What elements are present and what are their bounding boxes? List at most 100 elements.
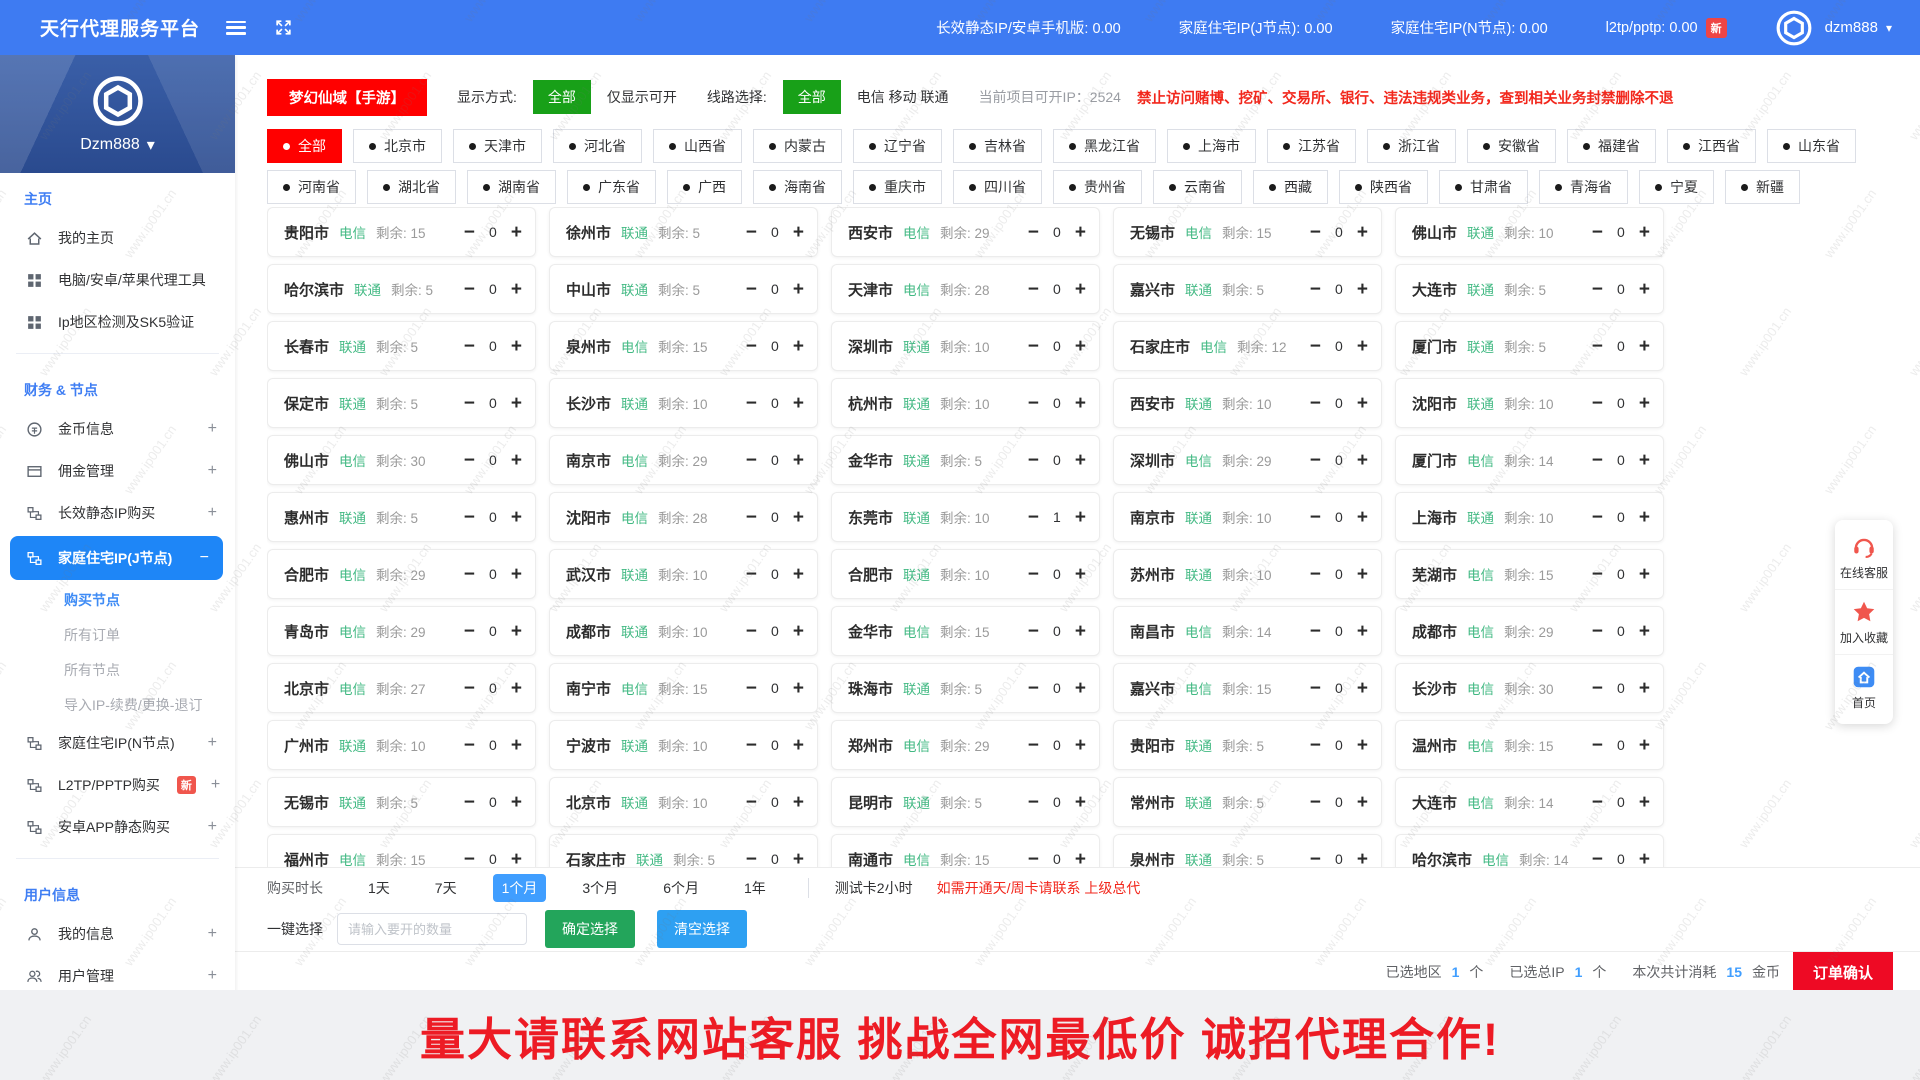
decrease-button[interactable]: − [1028, 679, 1039, 698]
province-button[interactable]: 内蒙古 [753, 129, 842, 163]
duration-option[interactable]: 6个月 [654, 874, 708, 902]
username[interactable]: dzm888 [1825, 19, 1878, 36]
province-button[interactable]: 贵州省 [1053, 170, 1142, 204]
province-button[interactable]: 青海省 [1539, 170, 1628, 204]
increase-button[interactable]: + [1357, 394, 1368, 413]
province-button[interactable]: 广西 [667, 170, 742, 204]
sidebar-subitem[interactable]: 购买节点 [0, 582, 235, 617]
decrease-button[interactable]: − [746, 451, 757, 470]
increase-button[interactable]: + [793, 793, 804, 812]
increase-button[interactable]: + [1075, 451, 1086, 470]
account-name[interactable]: Dzm888 ▾ [80, 135, 155, 155]
increase-button[interactable]: + [1639, 451, 1650, 470]
increase-button[interactable]: + [1357, 850, 1368, 868]
province-button[interactable]: 宁夏 [1639, 170, 1714, 204]
province-button[interactable]: 江西省 [1667, 129, 1756, 163]
sidebar-item[interactable]: L2TP/PPTP购买 新 + [0, 764, 235, 806]
expand-toggle-icon[interactable]: + [208, 734, 217, 752]
increase-button[interactable]: + [1075, 337, 1086, 356]
province-button[interactable]: 重庆市 [853, 170, 942, 204]
province-button[interactable]: 山东省 [1767, 129, 1856, 163]
increase-button[interactable]: + [793, 508, 804, 527]
province-button[interactable]: 安徽省 [1467, 129, 1556, 163]
province-button[interactable]: 福建省 [1567, 129, 1656, 163]
display-all-button[interactable]: 全部 [533, 80, 591, 114]
increase-button[interactable]: + [1639, 223, 1650, 242]
decrease-button[interactable]: − [1310, 622, 1321, 641]
decrease-button[interactable]: − [1592, 793, 1603, 812]
increase-button[interactable]: + [1357, 223, 1368, 242]
decrease-button[interactable]: − [464, 451, 475, 470]
province-button[interactable]: 四川省 [953, 170, 1042, 204]
province-button[interactable]: 江苏省 [1267, 129, 1356, 163]
increase-button[interactable]: + [511, 337, 522, 356]
increase-button[interactable]: + [1075, 394, 1086, 413]
decrease-button[interactable]: − [1592, 337, 1603, 356]
sidebar-item[interactable]: 安卓APP静态购买 + [0, 806, 235, 848]
province-button[interactable]: 河南省 [267, 170, 356, 204]
increase-button[interactable]: + [793, 280, 804, 299]
province-button[interactable]: 广东省 [567, 170, 656, 204]
increase-button[interactable]: + [511, 679, 522, 698]
decrease-button[interactable]: − [464, 679, 475, 698]
expand-toggle-icon[interactable]: + [208, 504, 217, 522]
increase-button[interactable]: + [1357, 565, 1368, 584]
decrease-button[interactable]: − [746, 508, 757, 527]
sidebar-item[interactable]: 长效静态IP购买 + [0, 492, 235, 534]
decrease-button[interactable]: − [1310, 736, 1321, 755]
decrease-button[interactable]: − [1028, 280, 1039, 299]
chevron-down-icon[interactable]: ▾ [1886, 21, 1892, 35]
increase-button[interactable]: + [793, 850, 804, 868]
favorite-button[interactable]: 加入收藏 [1835, 589, 1893, 654]
decrease-button[interactable]: − [1592, 451, 1603, 470]
increase-button[interactable]: + [1075, 736, 1086, 755]
sidebar-item[interactable]: 佣金管理 + [0, 450, 235, 492]
decrease-button[interactable]: − [746, 679, 757, 698]
increase-button[interactable]: + [1639, 337, 1650, 356]
increase-button[interactable]: + [1075, 565, 1086, 584]
decrease-button[interactable]: − [1310, 280, 1321, 299]
decrease-button[interactable]: − [1028, 793, 1039, 812]
increase-button[interactable]: + [511, 508, 522, 527]
decrease-button[interactable]: − [464, 850, 475, 868]
increase-button[interactable]: + [793, 337, 804, 356]
increase-button[interactable]: + [1639, 622, 1650, 641]
duration-option[interactable]: 1天 [359, 874, 399, 902]
decrease-button[interactable]: − [1028, 622, 1039, 641]
decrease-button[interactable]: − [1310, 337, 1321, 356]
decrease-button[interactable]: − [1592, 508, 1603, 527]
line-all-button[interactable]: 全部 [783, 80, 841, 114]
order-confirm-button[interactable]: 订单确认 [1793, 952, 1893, 992]
decrease-button[interactable]: − [1028, 850, 1039, 868]
decrease-button[interactable]: − [1310, 679, 1321, 698]
decrease-button[interactable]: − [1310, 508, 1321, 527]
duration-option[interactable]: 3个月 [573, 874, 627, 902]
confirm-select-button[interactable]: 确定选择 [545, 910, 635, 948]
decrease-button[interactable]: − [1028, 565, 1039, 584]
province-button[interactable]: 北京市 [353, 129, 442, 163]
decrease-button[interactable]: − [464, 622, 475, 641]
increase-button[interactable]: + [511, 223, 522, 242]
increase-button[interactable]: + [511, 793, 522, 812]
decrease-button[interactable]: − [464, 337, 475, 356]
decrease-button[interactable]: − [746, 736, 757, 755]
province-button[interactable]: 黑龙江省 [1053, 129, 1156, 163]
decrease-button[interactable]: − [746, 337, 757, 356]
decrease-button[interactable]: − [1028, 223, 1039, 242]
expand-toggle-icon[interactable]: − [200, 549, 209, 567]
increase-button[interactable]: + [793, 736, 804, 755]
decrease-button[interactable]: − [746, 793, 757, 812]
increase-button[interactable]: + [1639, 280, 1650, 299]
display-open-only-option[interactable]: 仅显示可开 [607, 87, 677, 107]
province-button[interactable]: 山西省 [653, 129, 742, 163]
decrease-button[interactable]: − [464, 280, 475, 299]
province-button[interactable]: 辽宁省 [853, 129, 942, 163]
fullscreen-icon[interactable] [274, 18, 293, 37]
duration-option[interactable]: 1年 [735, 874, 775, 902]
province-button[interactable]: 陕西省 [1339, 170, 1428, 204]
hamburger-menu-icon[interactable] [226, 21, 246, 35]
decrease-button[interactable]: − [1028, 337, 1039, 356]
province-button[interactable]: 湖南省 [467, 170, 556, 204]
province-button[interactable]: 西藏 [1253, 170, 1328, 204]
increase-button[interactable]: + [1075, 223, 1086, 242]
